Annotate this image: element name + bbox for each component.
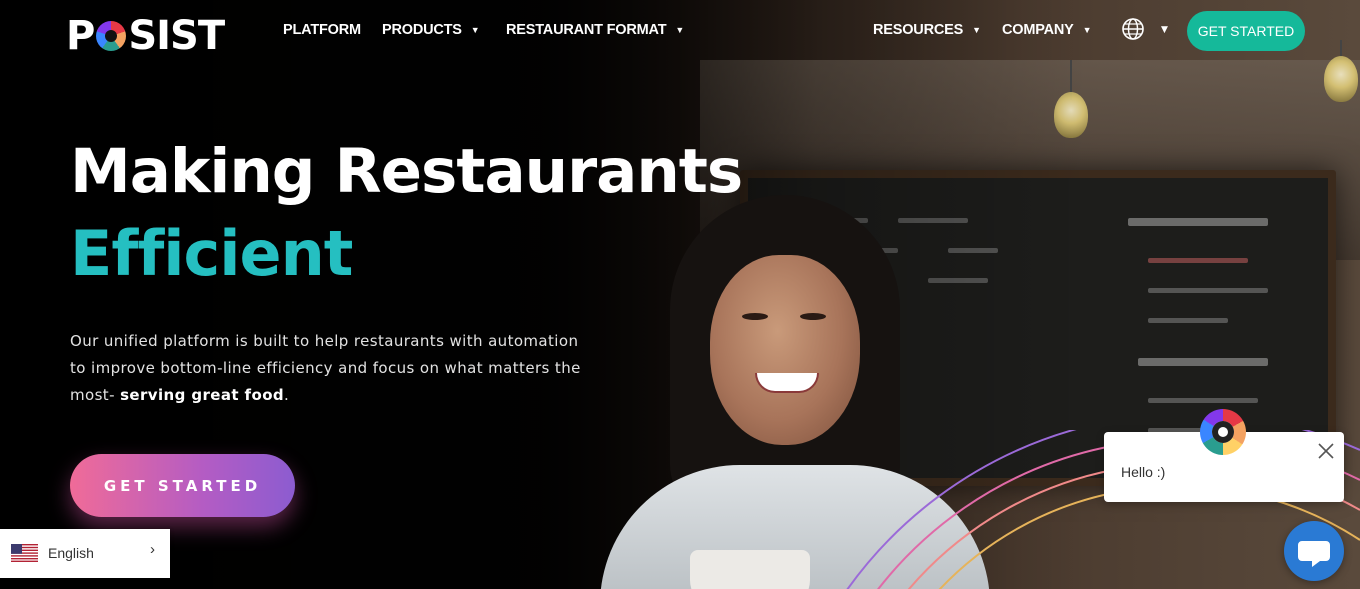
caret-down-icon: ▼ xyxy=(1082,25,1092,36)
nav-resources-label: RESOURCES xyxy=(873,22,964,38)
nav-restaurant-format-label: RESTAURANT FORMAT xyxy=(506,22,667,38)
get-started-hero-button[interactable]: GET STARTED xyxy=(70,454,295,517)
chat-greeting: Hello :) xyxy=(1121,464,1166,480)
hero-description: Our unified platform is built to help re… xyxy=(70,328,590,409)
us-flag-icon xyxy=(11,544,38,562)
nav-platform-label: PLATFORM xyxy=(283,22,361,38)
hero-description-end: . xyxy=(284,386,290,404)
hero-description-bold: serving great food xyxy=(120,386,285,404)
globe-icon[interactable] xyxy=(1122,18,1144,40)
posist-logo-icon xyxy=(1200,409,1246,455)
chevron-right-icon: › xyxy=(150,541,155,558)
close-icon[interactable] xyxy=(1316,441,1336,461)
caret-down-icon: ▼ xyxy=(675,25,685,36)
nav-platform[interactable]: PLATFORM xyxy=(283,22,361,38)
nav-company-label: COMPANY xyxy=(1002,22,1074,38)
chat-launcher-button[interactable] xyxy=(1284,521,1344,581)
nav-products[interactable]: PRODUCTS ▼ xyxy=(382,22,480,38)
nav-resources[interactable]: RESOURCES ▼ xyxy=(873,22,981,38)
language-selector[interactable]: English › xyxy=(0,529,170,578)
nav-products-label: PRODUCTS xyxy=(382,22,462,38)
nav-company[interactable]: COMPANY ▼ xyxy=(1002,22,1092,38)
hero-title: Making Restaurants xyxy=(70,136,743,207)
nav-restaurant-format[interactable]: RESTAURANT FORMAT ▼ xyxy=(506,22,684,38)
caret-down-icon[interactable]: ▼ xyxy=(1161,25,1168,35)
top-navigation: P SIST PLATFORM PRODUCTS ▼ RESTAURANT FORM… xyxy=(0,0,1360,62)
get-started-nav-button[interactable]: GET STARTED xyxy=(1187,11,1305,51)
caret-down-icon: ▼ xyxy=(972,25,981,36)
language-label: English xyxy=(48,545,94,561)
posist-logo[interactable]: P SIST xyxy=(66,14,225,58)
hero-title-accent: Efficient xyxy=(70,217,353,290)
logo-ring-icon xyxy=(96,21,127,51)
chat-bubble-icon xyxy=(1298,541,1330,567)
caret-down-icon: ▼ xyxy=(470,25,480,36)
